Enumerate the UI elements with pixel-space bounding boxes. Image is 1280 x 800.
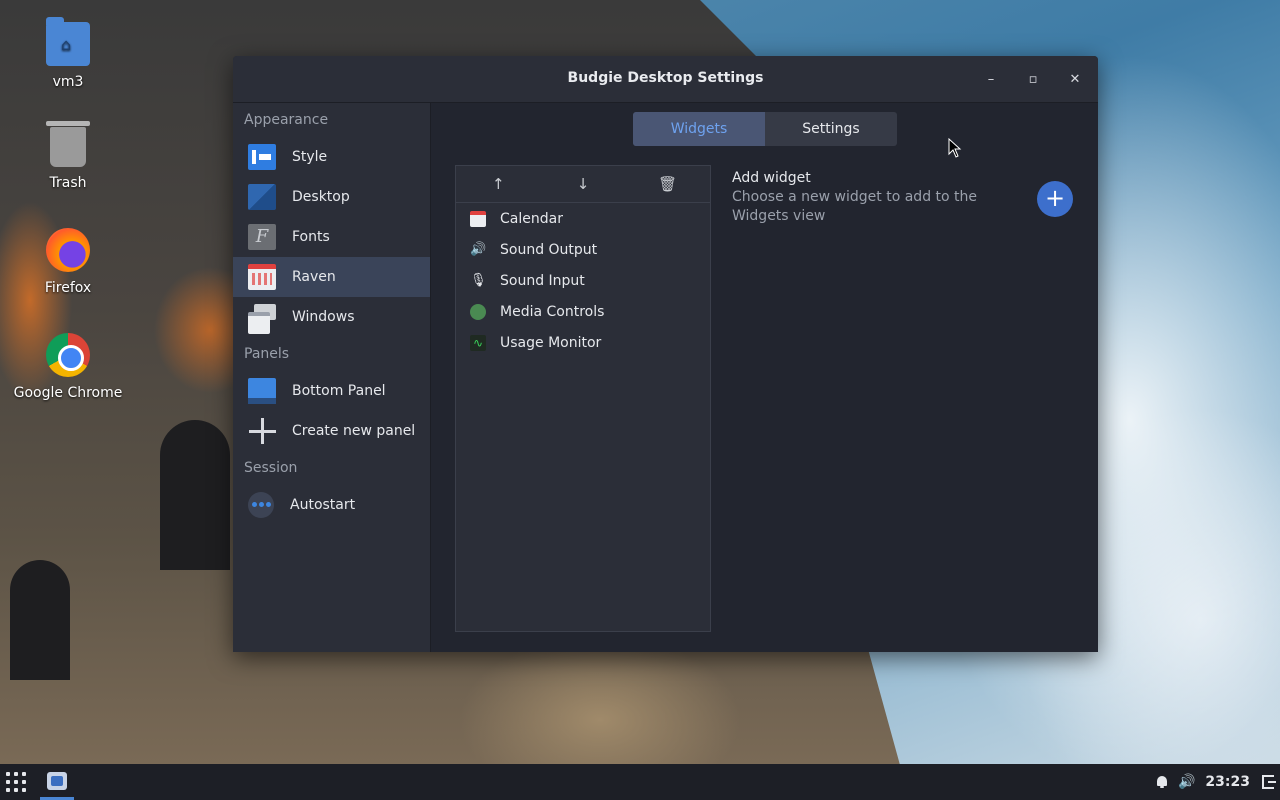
desktop-icon-vm3[interactable]: ⌂ vm3	[3, 17, 133, 90]
sidebar-item-desktop[interactable]: Desktop	[233, 177, 430, 217]
window-titlebar[interactable]: Budgie Desktop Settings – ▫ ✕	[233, 56, 1098, 103]
notification-bell-icon[interactable]	[1156, 776, 1168, 788]
sidebar-item-fonts[interactable]: F Fonts	[233, 217, 430, 257]
sidebar-item-windows[interactable]: Windows	[233, 297, 430, 337]
close-button[interactable]: ✕	[1063, 68, 1087, 92]
move-up-button[interactable]: ↑	[456, 166, 541, 202]
sidebar-section-appearance: Appearance	[244, 112, 329, 128]
trash-icon	[46, 121, 90, 167]
add-widget-info: Add widget Choose a new widget to add to…	[732, 170, 1022, 226]
media-controls-icon	[470, 303, 486, 320]
add-widget-description: Choose a new widget to add to the Widget…	[732, 189, 978, 224]
volume-icon[interactable]: 🔊	[1178, 774, 1195, 790]
style-icon	[248, 144, 276, 170]
autostart-icon	[248, 492, 274, 518]
add-widget-button[interactable]: +	[1037, 181, 1073, 217]
tab-switcher: Widgets Settings	[633, 112, 897, 146]
widget-toolbar: ↑ ↓ 🗑	[456, 166, 710, 203]
firefox-icon	[46, 228, 90, 272]
minimize-button[interactable]: –	[979, 68, 1003, 92]
sidebar-item-bottom-panel[interactable]: Bottom Panel	[233, 371, 430, 411]
list-item-usage-monitor[interactable]: ∿ Usage Monitor	[456, 327, 710, 358]
folder-home-icon: ⌂	[46, 17, 90, 66]
sidebar-item-label: Style	[292, 149, 328, 165]
speaker-icon: 🔊	[470, 241, 487, 257]
list-item-label: Usage Monitor	[500, 334, 602, 351]
list-item-sound-output[interactable]: 🔊 Sound Output	[456, 234, 710, 265]
list-item-label: Sound Input	[500, 272, 585, 289]
add-widget-title: Add widget	[732, 170, 811, 186]
sidebar-item-label: Autostart	[290, 497, 356, 513]
list-item-label: Media Controls	[500, 303, 605, 320]
sidebar-item-style[interactable]: Style	[233, 137, 430, 177]
sidebar-item-label: Windows	[292, 309, 355, 325]
wallpaper-arch	[10, 560, 70, 680]
sidebar-section-panels: Panels	[244, 346, 290, 362]
desktop-icon-label: Trash	[49, 175, 87, 191]
widget-list-panel: ↑ ↓ 🗑 Calendar 🔊 Sound Output 🎙 Sound In…	[455, 165, 711, 632]
logout-icon[interactable]	[1262, 775, 1276, 789]
chrome-icon	[46, 333, 90, 377]
desktop-icon-label: vm3	[52, 74, 84, 90]
sidebar-item-create-new-panel[interactable]: Create new panel	[233, 411, 430, 451]
maximize-button[interactable]: ▫	[1021, 68, 1045, 92]
delete-button[interactable]: 🗑	[625, 166, 710, 202]
clock[interactable]: 23:23	[1205, 774, 1250, 790]
mouse-cursor-icon	[948, 138, 962, 158]
sidebar-item-label: Desktop	[292, 189, 350, 205]
move-down-button[interactable]: ↓	[541, 166, 626, 202]
desktop-icon-chrome[interactable]: Google Chrome	[3, 333, 133, 401]
apps-grid-icon[interactable]	[6, 772, 28, 794]
desktop-icon-trash[interactable]: Trash	[3, 121, 133, 191]
list-item-label: Sound Output	[500, 241, 598, 258]
tab-settings[interactable]: Settings	[765, 112, 897, 146]
list-item-calendar[interactable]: Calendar	[456, 203, 710, 234]
usage-monitor-icon: ∿	[470, 334, 486, 351]
plus-icon	[248, 418, 276, 444]
settings-app-icon	[47, 772, 67, 790]
taskbar: 🔊 23:23	[0, 764, 1280, 800]
calendar-icon	[470, 210, 486, 227]
desktop-icon-label: Google Chrome	[13, 385, 123, 401]
sidebar-item-label: Fonts	[292, 229, 330, 245]
sidebar: Appearance Style Desktop F Fonts Raven W…	[233, 103, 431, 652]
fonts-icon: F	[248, 224, 276, 250]
window-title: Budgie Desktop Settings	[567, 70, 764, 86]
main-content: Widgets Settings ↑ ↓ 🗑 Calendar 🔊 Sound …	[431, 103, 1098, 652]
sidebar-item-label: Create new panel	[292, 423, 416, 439]
sidebar-section-session: Session	[244, 460, 298, 476]
microphone-icon: 🎙	[470, 272, 487, 288]
desktop-icon	[248, 184, 276, 210]
system-tray: 🔊 23:23	[1156, 764, 1280, 800]
sidebar-item-raven[interactable]: Raven	[233, 257, 430, 297]
raven-icon	[248, 264, 276, 290]
list-item-sound-input[interactable]: 🎙 Sound Input	[456, 265, 710, 296]
settings-window: Budgie Desktop Settings – ▫ ✕ Appearance…	[233, 56, 1098, 652]
tab-widgets[interactable]: Widgets	[633, 112, 765, 146]
wallpaper-arch	[160, 420, 230, 570]
sidebar-item-autostart[interactable]: Autostart	[233, 485, 430, 525]
list-item-media-controls[interactable]: Media Controls	[456, 296, 710, 327]
windows-icon	[248, 304, 276, 334]
sidebar-item-label: Raven	[292, 269, 336, 285]
list-item-label: Calendar	[500, 210, 563, 227]
bottom-panel-icon	[248, 378, 276, 404]
desktop-icon-label: Firefox	[44, 280, 92, 296]
sidebar-item-label: Bottom Panel	[292, 383, 386, 399]
taskbar-app-budgie-settings[interactable]	[40, 764, 74, 800]
desktop-icon-firefox[interactable]: Firefox	[3, 228, 133, 296]
